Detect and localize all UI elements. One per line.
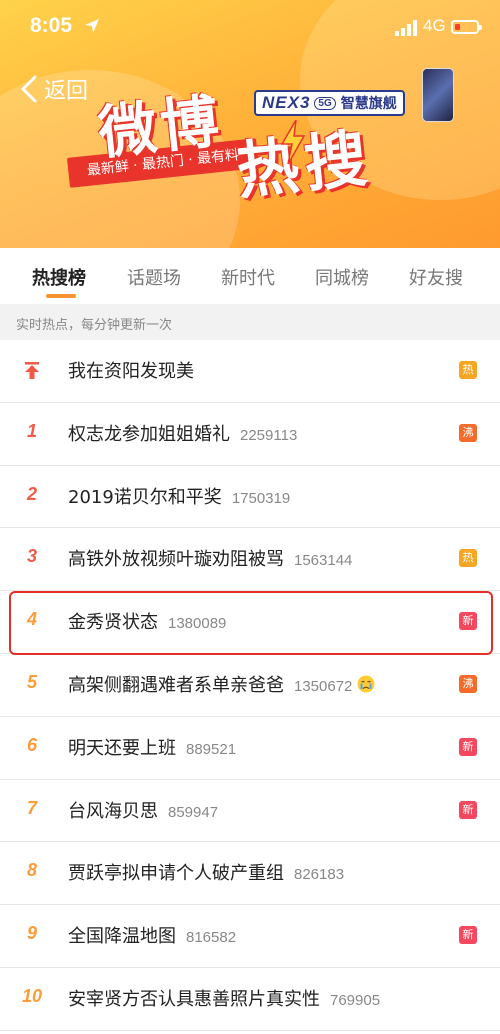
ad-text: 智慧旗舰 bbox=[340, 96, 397, 112]
weibo-logo-text: 微博 bbox=[95, 86, 226, 168]
tab-hot-search[interactable]: 热搜榜 bbox=[32, 264, 86, 290]
pin-to-top-icon bbox=[25, 362, 39, 379]
list-item[interactable]: 我在资阳发现美 热 bbox=[0, 340, 500, 403]
search-count: 1350672 bbox=[294, 677, 353, 695]
rank-number: 2 bbox=[26, 483, 37, 504]
back-button[interactable]: 返回 bbox=[20, 72, 88, 106]
search-count: 859947 bbox=[168, 803, 219, 821]
rank-number: 3 bbox=[26, 546, 37, 567]
hot-search-banner: 8:05 4G 返回 最新鲜 · 最热门 · 最有料 微博 热搜 NEX3 5G… bbox=[0, 0, 500, 248]
list-item[interactable]: 3 高铁外放视频叶璇劝阻被骂 1563144 热 bbox=[0, 528, 500, 592]
new-badge: 新 bbox=[459, 737, 477, 756]
tab-local[interactable]: 同城榜 bbox=[315, 264, 369, 290]
list-item[interactable]: 9 全国降温地图 816582 新 bbox=[0, 905, 500, 968]
tab-friends[interactable]: 好友搜 bbox=[409, 264, 463, 290]
list-item[interactable]: 1 权志龙参加姐姐婚礼 2259113 沸 bbox=[0, 403, 500, 466]
item-title: 台风海贝思 859947 bbox=[68, 800, 219, 822]
search-count: 889521 bbox=[186, 740, 237, 758]
tab-new-era[interactable]: 新时代 bbox=[221, 264, 275, 290]
list-item[interactable]: 7 台风海贝思 859947 新 bbox=[0, 780, 500, 843]
rank-number: 6 bbox=[26, 734, 37, 755]
item-title: 我在资阳发现美 bbox=[68, 361, 194, 382]
rank-number: 5 bbox=[26, 671, 37, 692]
realtime-note-text: 实时热点，每分钟更新一次 bbox=[16, 318, 173, 333]
search-count: 769905 bbox=[330, 991, 381, 1009]
search-count: 1750319 bbox=[231, 489, 291, 507]
tab-bar: 热搜榜 话题场 新时代 同城榜 好友搜 bbox=[0, 248, 500, 304]
ad-5g-badge: 5G bbox=[314, 96, 336, 110]
rank-number: 7 bbox=[26, 797, 37, 818]
back-label: 返回 bbox=[44, 79, 89, 104]
item-title: 贾跃亭拟申请个人破产重组 826183 bbox=[68, 863, 345, 885]
list-item[interactable]: 5 高架侧翻遇难者系单亲爸爸 1350672 沸 bbox=[0, 654, 500, 717]
crying-face-icon bbox=[357, 675, 375, 693]
rank-number: 1 bbox=[26, 420, 37, 441]
boiling-badge: 沸 bbox=[459, 674, 477, 693]
item-title: 全国降温地图 816582 bbox=[68, 926, 237, 948]
battery-icon bbox=[451, 20, 482, 34]
search-count: 1563144 bbox=[294, 552, 353, 570]
item-title: 高架侧翻遇难者系单亲爸爸 1350672 bbox=[68, 671, 375, 697]
item-title: 高铁外放视频叶璇劝阻被骂 1563144 bbox=[68, 549, 353, 571]
active-tab-indicator bbox=[46, 294, 76, 298]
list-item[interactable]: 2 2019诺贝尔和平奖 1750319 bbox=[0, 466, 500, 529]
list-item[interactable]: 10 安宰贤方否认具惠善照片真实性 769905 bbox=[0, 968, 500, 1031]
item-title: 安宰贤方否认具惠善照片真实性 769905 bbox=[68, 988, 381, 1010]
rank-number: 10 bbox=[21, 985, 43, 1006]
ad-brand: NEX3 bbox=[262, 93, 311, 112]
search-count: 826183 bbox=[294, 866, 345, 884]
rank-number: 9 bbox=[26, 923, 37, 944]
search-count: 2259113 bbox=[240, 426, 298, 444]
status-bar: 8:05 4G bbox=[0, 0, 500, 56]
boiling-badge: 沸 bbox=[459, 423, 477, 442]
item-title: 明天还要上班 889521 bbox=[68, 737, 237, 759]
new-badge: 新 bbox=[459, 926, 477, 945]
rank-number: 8 bbox=[26, 860, 37, 881]
new-badge: 新 bbox=[459, 800, 477, 819]
location-arrow-icon bbox=[85, 19, 99, 33]
list-item[interactable]: 8 贾跃亭拟申请个人破产重组 826183 bbox=[0, 842, 500, 906]
tab-topics[interactable]: 话题场 bbox=[127, 264, 181, 290]
realtime-note: 实时热点，每分钟更新一次 bbox=[0, 304, 500, 340]
signal-bars-icon bbox=[395, 20, 417, 36]
network-type: 4G bbox=[423, 16, 446, 35]
item-title: 权志龙参加姐姐婚礼 2259113 bbox=[68, 423, 298, 445]
search-count: 816582 bbox=[186, 929, 237, 947]
hot-search-list: 我在资阳发现美 热 1 权志龙参加姐姐婚礼 2259113 沸 2 2019诺贝尔… bbox=[0, 340, 500, 1031]
ad-banner[interactable]: NEX3 5G 智慧旗舰 bbox=[254, 90, 405, 116]
status-time: 8:05 bbox=[30, 14, 73, 37]
chevron-left-icon bbox=[21, 75, 37, 103]
highlight-box bbox=[9, 591, 493, 655]
hot-badge: 热 bbox=[459, 549, 477, 568]
list-item[interactable]: 6 明天还要上班 889521 新 bbox=[0, 717, 500, 780]
phone-product-image bbox=[422, 68, 454, 122]
lightning-bolt-icon bbox=[280, 120, 306, 164]
item-title: 2019诺贝尔和平奖 1750319 bbox=[68, 486, 291, 508]
hot-badge: 热 bbox=[459, 361, 477, 379]
